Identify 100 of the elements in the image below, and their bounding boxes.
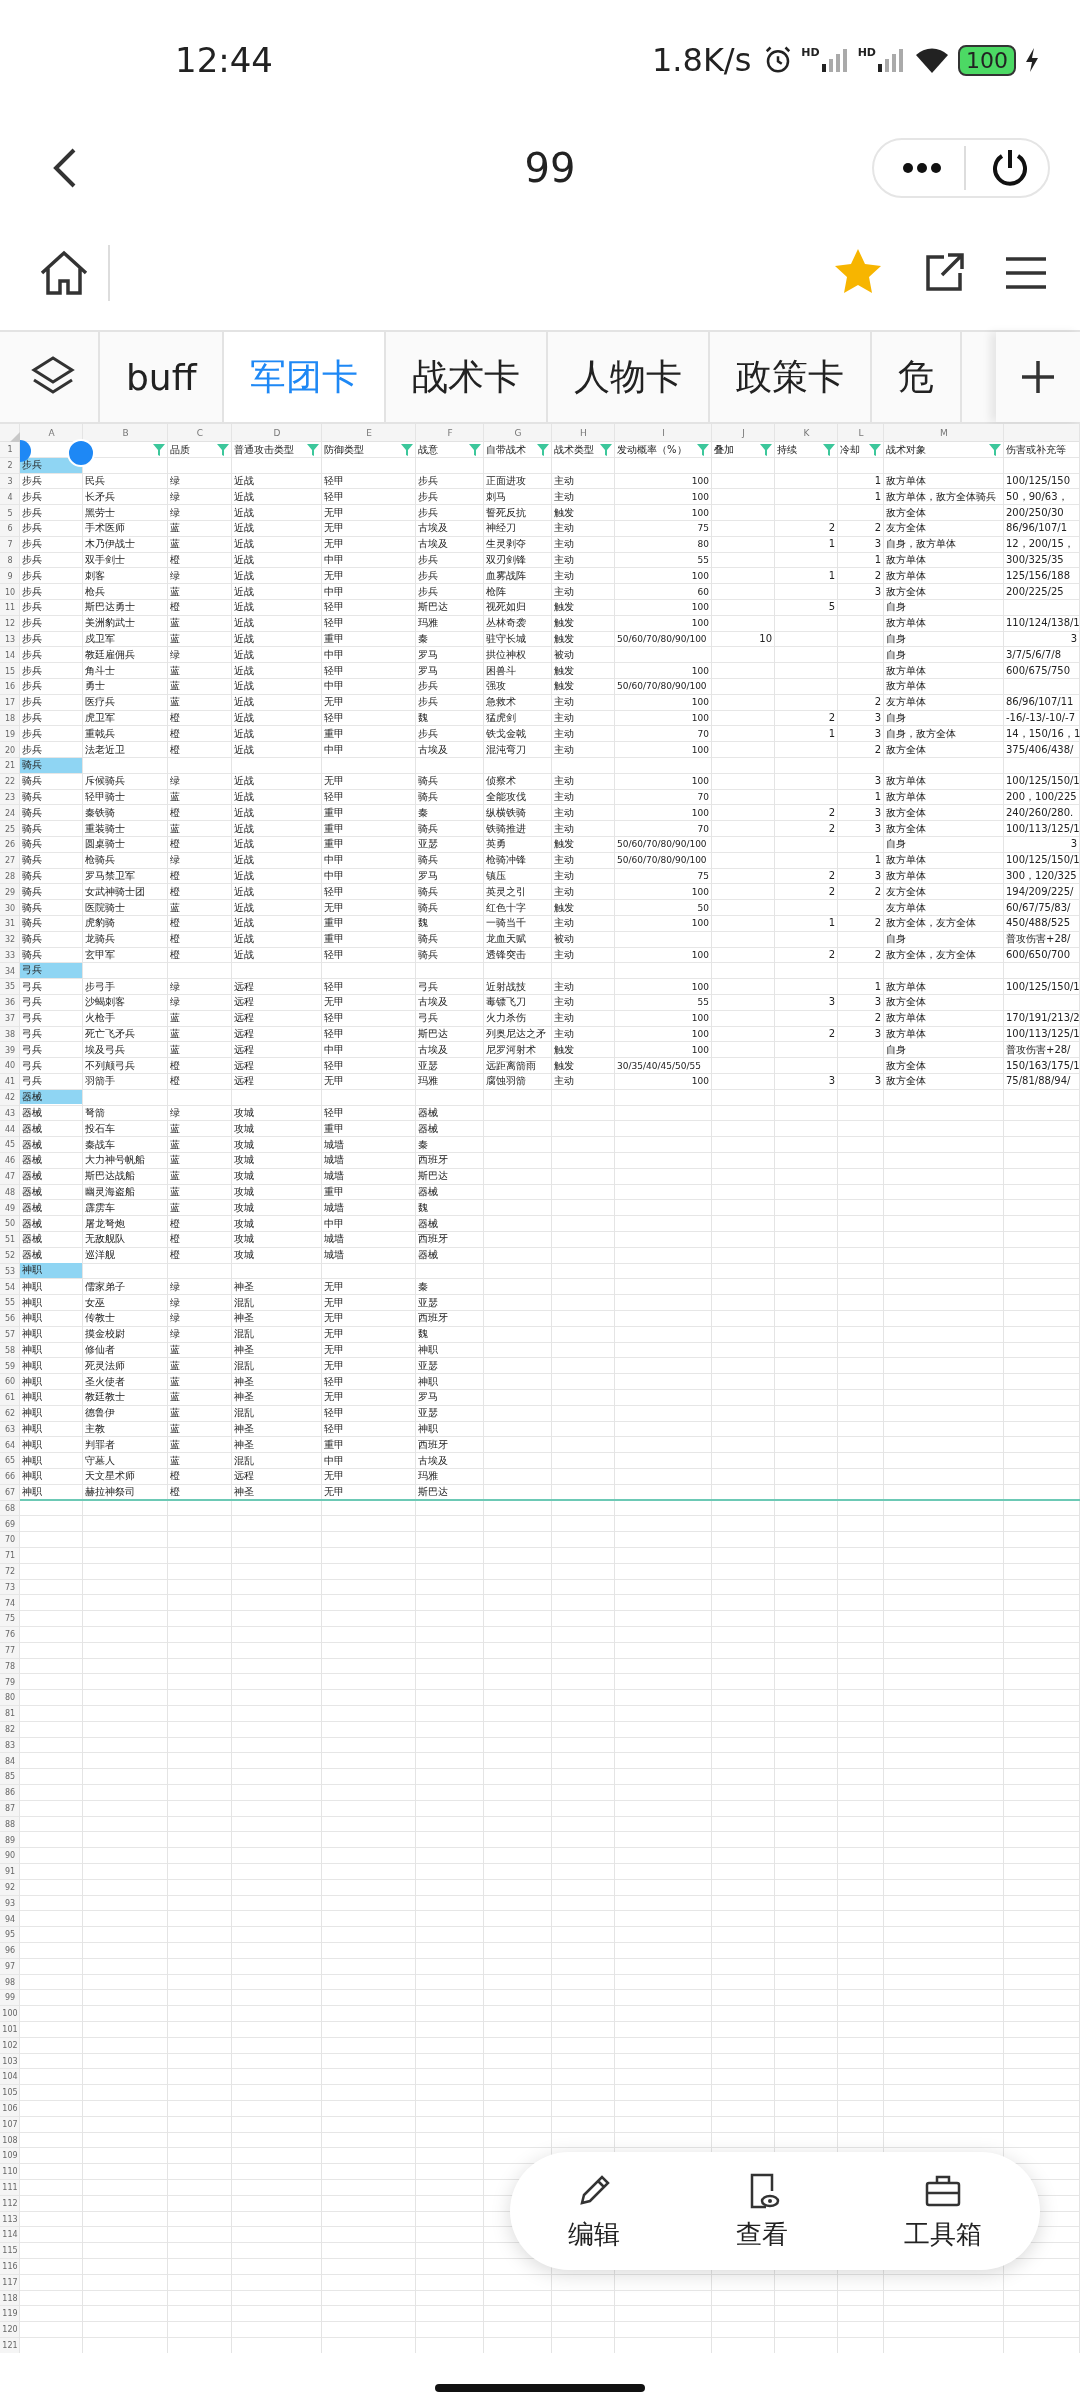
row-number[interactable]: 36 [4, 998, 16, 1008]
column-letter[interactable]: B [122, 428, 129, 438]
row-number[interactable]: 10 [4, 587, 16, 597]
row-number[interactable]: 98 [4, 1977, 16, 1987]
row-number[interactable]: 5 [7, 508, 13, 518]
filter-icon[interactable] [401, 443, 413, 456]
toolbar-button[interactable]: 工具箱 [900, 2166, 986, 2256]
row-number[interactable]: 12 [4, 619, 16, 629]
row-number[interactable]: 111 [2, 2183, 18, 2193]
row-number[interactable]: 101 [2, 2025, 18, 2035]
row-number[interactable]: 66 [4, 1472, 16, 1482]
row-number[interactable]: 74 [4, 1598, 16, 1608]
row-number[interactable]: 65 [4, 1456, 16, 1466]
row-number[interactable]: 63 [4, 1424, 16, 1434]
row-number[interactable]: 11 [4, 603, 16, 613]
row-number[interactable]: 114 [2, 2230, 18, 2240]
sheet-tab[interactable]: 人物卡 [548, 332, 711, 422]
row-number[interactable]: 85 [4, 1772, 16, 1782]
row-number[interactable]: 70 [4, 1535, 16, 1545]
row-number[interactable]: 2 [7, 461, 13, 471]
row-number[interactable]: 115 [2, 2246, 18, 2256]
selection-handle-icon[interactable] [66, 438, 96, 468]
row-number[interactable]: 121 [2, 2341, 18, 2350]
row-number[interactable]: 54 [4, 1282, 16, 1292]
row-number[interactable]: 109 [2, 2151, 18, 2161]
row-number[interactable]: 112 [2, 2198, 18, 2208]
row-number[interactable]: 96 [4, 1946, 16, 1956]
row-number[interactable]: 92 [4, 1882, 16, 1892]
row-number[interactable]: 43 [4, 1108, 16, 1118]
row-number[interactable]: 59 [4, 1361, 16, 1371]
row-number[interactable]: 35 [4, 982, 16, 992]
row-number[interactable]: 7 [7, 540, 13, 550]
row-number[interactable]: 61 [4, 1393, 16, 1403]
row-number[interactable]: 107 [2, 2119, 18, 2129]
row-number[interactable]: 52 [4, 1251, 16, 1261]
column-letter[interactable]: E [366, 428, 372, 438]
row-number[interactable]: 100 [2, 2009, 18, 2019]
row-number[interactable]: 3 [7, 477, 13, 486]
row-number[interactable]: 94 [4, 1914, 16, 1924]
column-letter[interactable]: L [858, 428, 864, 438]
column-letter[interactable]: K [803, 428, 810, 438]
row-number[interactable]: 119 [2, 2309, 18, 2319]
row-number[interactable]: 56 [4, 1314, 16, 1324]
row-number[interactable]: 53 [4, 1266, 16, 1276]
row-number[interactable]: 69 [4, 1519, 16, 1529]
row-number[interactable]: 49 [4, 1203, 16, 1213]
row-number[interactable]: 93 [4, 1898, 16, 1908]
row-number[interactable]: 110 [2, 2167, 18, 2177]
row-number[interactable]: 21 [4, 761, 16, 771]
row-number[interactable]: 80 [4, 1693, 16, 1703]
row-number[interactable]: 19 [4, 729, 16, 739]
filter-icon[interactable] [989, 443, 1001, 456]
row-number[interactable]: 23 [4, 792, 16, 802]
row-number[interactable]: 16 [4, 682, 16, 692]
row-number[interactable]: 60 [4, 1377, 16, 1387]
toolbar-button[interactable]: 编辑 [564, 2166, 624, 2256]
row-number[interactable]: 71 [4, 1551, 16, 1561]
row-number[interactable]: 13 [4, 634, 16, 644]
more-icon[interactable] [902, 161, 942, 174]
row-number[interactable]: 34 [4, 966, 16, 976]
row-number[interactable]: 120 [2, 2325, 18, 2335]
filter-icon[interactable] [869, 443, 881, 456]
row-number[interactable]: 8 [7, 555, 13, 565]
column-letter[interactable]: D [273, 428, 281, 438]
filter-icon[interactable] [697, 443, 709, 456]
filter-icon[interactable] [153, 443, 165, 456]
row-number[interactable]: 102 [2, 2040, 18, 2050]
row-number[interactable]: 41 [4, 1077, 16, 1087]
row-number[interactable]: 104 [2, 2072, 18, 2082]
sheet-tab[interactable]: 战术卡 [386, 332, 549, 422]
row-number[interactable]: 29 [4, 887, 16, 897]
filter-icon[interactable] [307, 443, 319, 456]
row-number[interactable]: 24 [4, 808, 16, 818]
row-number[interactable]: 48 [4, 1187, 16, 1197]
row-number[interactable]: 89 [4, 1835, 16, 1845]
filter-icon[interactable] [469, 443, 481, 456]
row-number[interactable]: 22 [4, 777, 16, 787]
row-number[interactable]: 83 [4, 1740, 16, 1750]
sheet-tab[interactable]: 政策卡 [710, 332, 873, 422]
row-number[interactable]: 57 [4, 1330, 16, 1339]
row-number[interactable]: 116 [2, 2262, 18, 2272]
toolbar-button[interactable]: 查看 [732, 2166, 792, 2256]
sheet-tab[interactable]: 危 [872, 332, 963, 422]
row-number[interactable]: 25 [4, 824, 16, 834]
row-number[interactable]: 28 [4, 871, 16, 881]
row-number[interactable]: 4 [7, 492, 13, 502]
row-number[interactable]: 32 [4, 935, 16, 945]
row-number[interactable]: 113 [2, 2214, 18, 2224]
row-number[interactable]: 108 [2, 2135, 18, 2145]
filter-icon[interactable] [217, 443, 229, 456]
row-number[interactable]: 58 [4, 1345, 16, 1355]
row-number[interactable]: 73 [4, 1582, 16, 1592]
row-number[interactable]: 106 [2, 2104, 18, 2114]
row-number[interactable]: 91 [4, 1867, 16, 1877]
row-number[interactable]: 118 [2, 2293, 18, 2303]
column-letter[interactable]: I [662, 428, 665, 438]
filter-icon[interactable] [537, 443, 549, 456]
row-number[interactable]: 17 [4, 698, 16, 708]
row-number[interactable]: 67 [4, 1488, 16, 1497]
row-number[interactable]: 86 [4, 1788, 16, 1798]
